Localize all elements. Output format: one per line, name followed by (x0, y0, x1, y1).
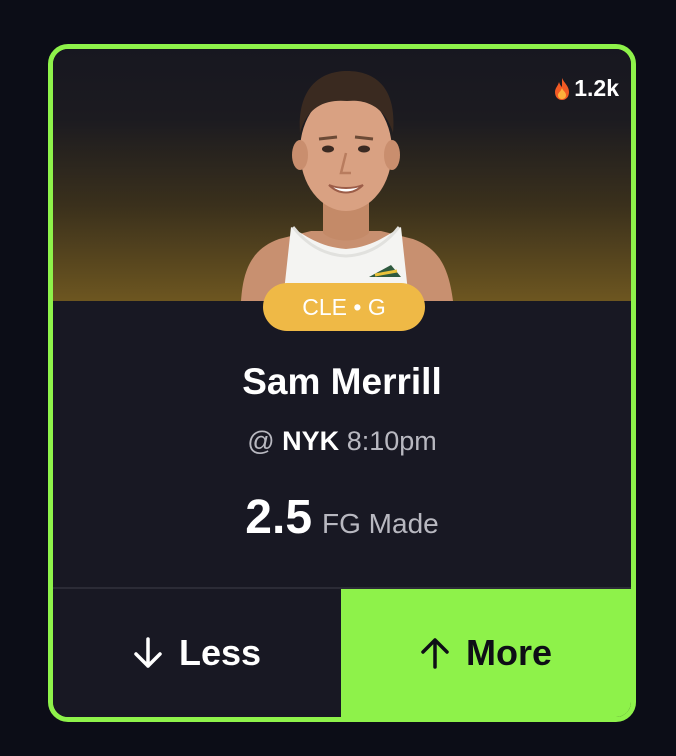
less-button[interactable]: Less (53, 589, 341, 717)
matchup-prefix: @ (247, 426, 275, 456)
less-label: Less (178, 632, 262, 673)
more-button[interactable]: More (341, 589, 631, 717)
team-position-badge: CLE • G (263, 283, 425, 331)
player-photo (241, 71, 453, 301)
stat-name: FG Made (322, 508, 439, 539)
fire-icon (555, 77, 570, 100)
game-time: 8:10pm (346, 426, 437, 456)
opponent-team: NYK (282, 426, 340, 456)
more-label: More (465, 632, 552, 673)
arrow-up-icon (421, 638, 449, 669)
projection-line: 2.5 FG Made (53, 490, 631, 545)
line-value: 2.5 (245, 491, 313, 544)
arrow-down-icon (134, 637, 162, 668)
popularity-value: 1.2k (574, 75, 619, 101)
player-prop-card: 1.2k CLE • G Sam Merrill @ NYK 8:10pm 2.… (48, 44, 636, 722)
popularity-count: 1.2k (552, 75, 619, 102)
player-hero: 1.2k (53, 49, 631, 301)
player-name: Sam Merrill (242, 361, 442, 402)
matchup-info: @ NYK 8:10pm (53, 426, 631, 457)
